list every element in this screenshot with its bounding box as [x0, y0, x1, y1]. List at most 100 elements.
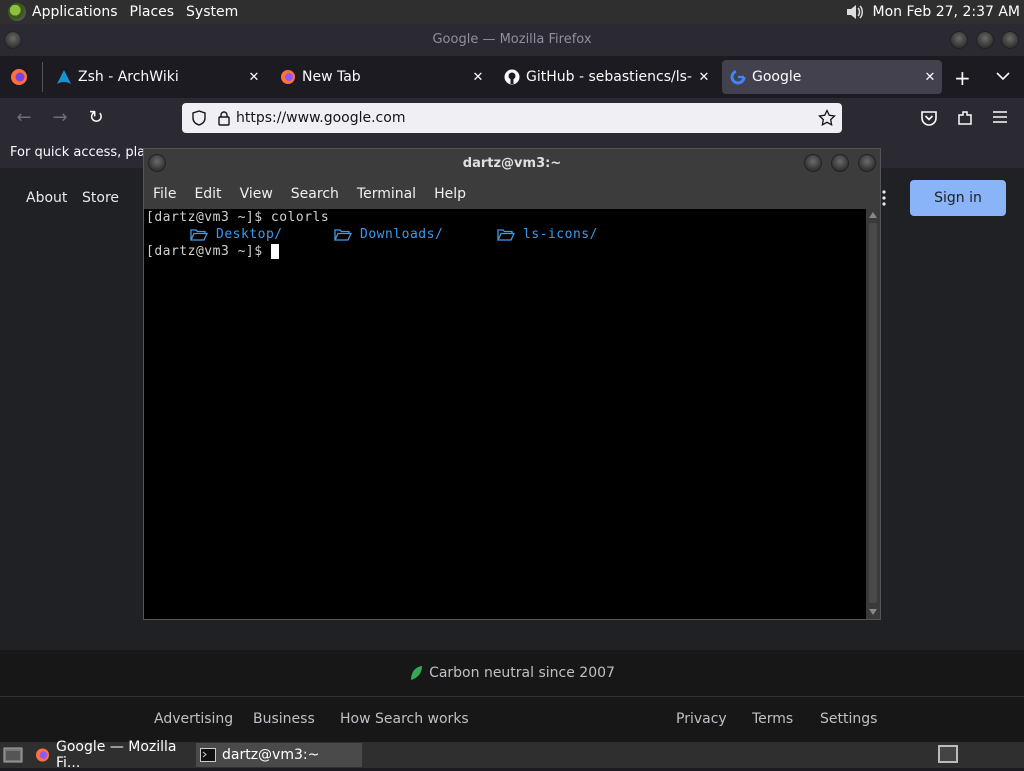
firefox-icon [35, 748, 50, 762]
terminal-scrollbar[interactable] [866, 209, 880, 619]
tab-google[interactable]: Google ✕ [722, 60, 942, 94]
scroll-down-arrow-icon[interactable] [869, 609, 877, 615]
show-desktop-icon[interactable] [3, 746, 23, 764]
privacy-link[interactable]: Privacy [676, 711, 727, 727]
close-icon[interactable]: ✕ [242, 70, 266, 85]
dir-entry-desktop: Desktop/ [190, 226, 283, 243]
tab-zsh-archwiki[interactable]: Zsh - ArchWiki ✕ [48, 60, 266, 94]
terminal-line-1: [dartz@vm3 ~]$ colorls [146, 209, 329, 226]
firefox-window-title: Google — Mozilla Firefox [432, 32, 592, 47]
applications-menu[interactable]: Applications [26, 0, 124, 24]
google-icon [730, 69, 746, 85]
about-link[interactable]: About [26, 190, 67, 206]
folder-open-icon [334, 229, 352, 241]
pocket-icon[interactable] [920, 109, 938, 127]
business-link[interactable]: Business [253, 711, 315, 727]
shield-icon[interactable] [192, 110, 206, 126]
terminal-close-button[interactable] [858, 154, 876, 172]
footer-country-bar: Carbon neutral since 2007 [0, 650, 1024, 696]
terminal-output[interactable]: [dartz@vm3 ~]$ colorls Desktop/ Download… [144, 209, 866, 619]
terminal-title: dartz@vm3:~ [462, 156, 562, 171]
clock[interactable]: Mon Feb 27, 2:37 AM [873, 4, 1020, 20]
terminal-line-3: [dartz@vm3 ~]$ [146, 243, 279, 260]
firefox-titlebar: Google — Mozilla Firefox [0, 24, 1024, 56]
back-arrow-icon[interactable]: ← [12, 106, 36, 130]
terminal-window[interactable]: dartz@vm3:~ File Edit View Search Termin… [143, 148, 881, 620]
tab-github[interactable]: GitHub - sebastiencs/ls-icons ✕ [496, 60, 716, 94]
sign-in-button[interactable]: Sign in [910, 180, 1006, 216]
new-tab-plus-icon[interactable]: + [954, 66, 971, 90]
task-label: dartz@vm3:~ [222, 747, 320, 763]
firefox-view-icon[interactable] [10, 68, 28, 86]
scroll-up-arrow-icon[interactable] [869, 212, 877, 218]
bottom-taskbar: Google — Mozilla Fi... dartz@vm3:~ [0, 739, 1024, 771]
scroll-thumb[interactable] [869, 223, 877, 603]
volume-icon[interactable] [845, 4, 865, 20]
terminal-icon [200, 748, 216, 762]
dir-name: ls-icons/ [523, 227, 598, 242]
close-icon[interactable]: ✕ [918, 70, 942, 85]
taskbar-terminal[interactable]: dartz@vm3:~ [196, 743, 362, 767]
hamburger-menu-icon[interactable] [992, 110, 1008, 124]
window-menu-button[interactable] [4, 31, 22, 49]
google-apps-icon[interactable] [882, 190, 886, 206]
menu-view[interactable]: View [231, 186, 282, 202]
terminal-minimize-button[interactable] [804, 154, 822, 172]
close-icon[interactable]: ✕ [466, 70, 490, 85]
footer-links: Advertising Business How Search works Pr… [0, 696, 1024, 742]
reload-icon[interactable]: ↻ [84, 106, 108, 130]
settings-link[interactable]: Settings [820, 711, 877, 727]
leaf-icon [411, 666, 423, 680]
terminal-menubar: File Edit View Search Terminal Help [144, 179, 880, 209]
menu-file[interactable]: File [144, 186, 185, 202]
forward-arrow-icon[interactable]: → [48, 106, 72, 130]
task-label: Google — Mozilla Fi... [56, 739, 177, 771]
panel-tray: Mon Feb 27, 2:37 AM [845, 0, 1020, 24]
archwiki-icon [57, 70, 71, 84]
url-text[interactable]: https://www.google.com [236, 110, 405, 126]
terminal-titlebar[interactable]: dartz@vm3:~ [144, 149, 880, 179]
menu-search[interactable]: Search [282, 186, 348, 202]
dir-name: Desktop/ [216, 227, 283, 242]
tab-label: GitHub - sebastiencs/ls-icons [526, 69, 692, 85]
bookmark-star-icon[interactable] [818, 109, 836, 127]
tab-label: New Tab [302, 69, 361, 85]
menu-edit[interactable]: Edit [185, 186, 230, 202]
system-menu[interactable]: System [180, 0, 244, 24]
prompt: [dartz@vm3 ~]$ [146, 210, 271, 225]
carbon-neutral-link[interactable]: Carbon neutral since 2007 [429, 665, 615, 681]
list-all-tabs-chevron-down-icon[interactable] [996, 71, 1010, 81]
terms-link[interactable]: Terms [752, 711, 793, 727]
maximize-button[interactable] [976, 31, 994, 49]
terminal-maximize-button[interactable] [831, 154, 849, 172]
tab-label: Zsh - ArchWiki [78, 69, 179, 85]
taskbar-firefox[interactable]: Google — Mozilla Fi... [31, 739, 196, 771]
command-text: colorls [270, 210, 330, 225]
minimize-button[interactable] [950, 31, 968, 49]
dir-entry-downloads: Downloads/ [334, 226, 443, 243]
distro-logo-icon[interactable] [8, 3, 26, 21]
firefox-icon [281, 70, 295, 84]
folder-open-icon [497, 229, 515, 241]
prompt: [dartz@vm3 ~]$ [146, 244, 271, 259]
tab-label: Google [752, 69, 802, 85]
tab-new-tab[interactable]: New Tab ✕ [272, 60, 490, 94]
places-menu[interactable]: Places [124, 0, 181, 24]
dir-name: Downloads/ [360, 227, 444, 242]
url-bar[interactable]: https://www.google.com [182, 103, 842, 133]
terminal-window-menu-button[interactable] [148, 154, 166, 172]
store-link[interactable]: Store [82, 190, 119, 206]
dir-entry-ls-icons: ls-icons/ [497, 226, 598, 243]
close-window-button[interactable] [1001, 31, 1019, 49]
how-search-works-link[interactable]: How Search works [340, 711, 469, 727]
extensions-puzzle-icon[interactable] [956, 109, 974, 127]
menu-terminal[interactable]: Terminal [348, 186, 425, 202]
lock-icon[interactable] [218, 110, 230, 126]
workspace-switcher[interactable] [938, 745, 958, 763]
top-panel: Applications Places System Mon Feb 27, 2… [0, 0, 1024, 24]
menu-help[interactable]: Help [425, 186, 475, 202]
github-icon [504, 69, 520, 85]
advertising-link[interactable]: Advertising [154, 711, 233, 727]
close-icon[interactable]: ✕ [692, 70, 716, 85]
bookmarks-hint-text: For quick access, place [10, 145, 161, 160]
